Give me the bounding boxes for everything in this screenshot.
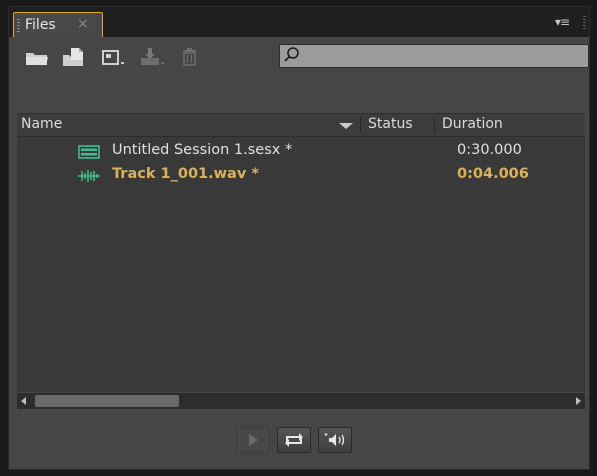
- list-item[interactable]: Track 1_001.wav * 0:04.006: [17, 164, 585, 188]
- preview-transport: [9, 409, 589, 469]
- scroll-left-icon[interactable]: [21, 397, 26, 405]
- tab-label: Files: [25, 17, 56, 33]
- search-input[interactable]: [302, 46, 586, 67]
- scrollbar-thumb[interactable]: [35, 395, 179, 407]
- auto-play-speaker-icon: [325, 433, 345, 446]
- list-item[interactable]: Untitled Session 1.sesx * 0:30.000: [17, 140, 585, 164]
- insert-into-multitrack-icon[interactable]: [138, 46, 166, 68]
- column-divider[interactable]: [434, 117, 435, 133]
- loop-button[interactable]: [277, 427, 311, 453]
- panel-menu-icon[interactable]: ▾≡: [555, 15, 570, 29]
- search-icon: [284, 47, 299, 62]
- open-folder-icon[interactable]: [23, 46, 51, 68]
- loop-icon: [285, 433, 303, 447]
- search-field[interactable]: [279, 44, 589, 68]
- file-duration: 0:30.000: [457, 142, 522, 158]
- play-button[interactable]: [236, 427, 270, 453]
- file-list[interactable]: Untitled Session 1.sesx * 0:30.000 Track…: [17, 137, 585, 392]
- file-name: Track 1_001.wav *: [112, 166, 259, 182]
- tab-files[interactable]: Files ×: [13, 12, 103, 37]
- column-divider[interactable]: [360, 117, 361, 133]
- audio-waveform-icon: [78, 170, 100, 182]
- delete-icon[interactable]: [177, 46, 205, 68]
- horizontal-scrollbar[interactable]: [17, 393, 585, 409]
- sort-descending-icon[interactable]: [339, 123, 353, 129]
- new-file-icon[interactable]: [100, 46, 128, 68]
- column-header-name[interactable]: Name: [21, 116, 62, 132]
- files-toolbar: [9, 37, 589, 77]
- panel-tab-bar: Files × ▾≡: [9, 7, 589, 37]
- scroll-right-icon[interactable]: [576, 397, 581, 405]
- tab-close-icon[interactable]: ×: [77, 16, 89, 32]
- column-header-status[interactable]: Status: [368, 116, 413, 132]
- panel-grip-icon[interactable]: [583, 16, 586, 30]
- files-panel: Files × ▾≡ Name Status Duration Untitled…: [8, 6, 590, 470]
- file-list-header: Name Status Duration: [17, 113, 585, 137]
- column-header-duration[interactable]: Duration: [442, 116, 503, 132]
- auto-play-button[interactable]: [318, 427, 352, 453]
- play-icon: [249, 434, 258, 446]
- multitrack-session-icon: [78, 145, 100, 159]
- file-name: Untitled Session 1.sesx *: [112, 142, 293, 158]
- tab-grip-icon[interactable]: [17, 19, 20, 33]
- file-duration: 0:04.006: [457, 166, 529, 182]
- import-file-icon[interactable]: [61, 46, 89, 68]
